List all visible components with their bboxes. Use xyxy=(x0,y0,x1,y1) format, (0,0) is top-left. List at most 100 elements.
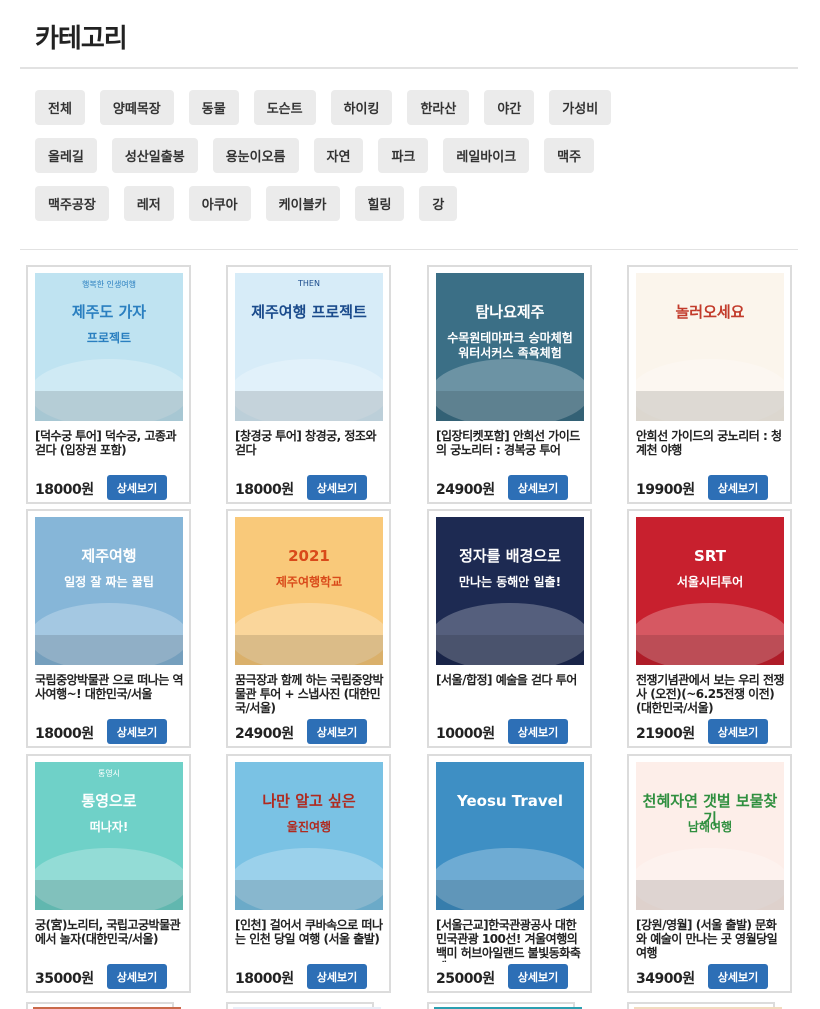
category-chip[interactable]: 케이블카 xyxy=(265,186,340,221)
category-chip[interactable]: 한라산 xyxy=(407,90,470,125)
product-title[interactable]: [서울/합정] 예술을 걷다 투어 xyxy=(436,673,586,717)
category-chip[interactable]: 아쿠아 xyxy=(188,186,251,221)
product-title[interactable]: 국립중앙박물관 으로 떠나는 역사여행~! 대한민국/서울 xyxy=(35,673,185,717)
category-chip[interactable]: 도슨트 xyxy=(253,90,316,125)
product-thumbnail[interactable]: 정자를 배경으로 만나는 동해안 일출! xyxy=(436,517,584,665)
category-chip[interactable]: 강 xyxy=(419,186,458,221)
category-chip[interactable]: 자연 xyxy=(313,138,364,173)
page-title: 카테고리 xyxy=(35,24,128,54)
thumbnail-subline: 제주여행학교 xyxy=(275,575,343,589)
thumbnail-subline: 울진여행 xyxy=(286,820,332,834)
category-chip[interactable]: 힐링 xyxy=(354,186,405,221)
product-card[interactable]: 놀러오세요안희선 가이드의 궁노리터 : 청계천 야행 19900원 상세보기 xyxy=(627,265,792,504)
detail-button[interactable]: 상세보기 xyxy=(508,964,568,989)
thumbnail-art xyxy=(436,762,584,910)
thumbnail-badge: THEN xyxy=(298,279,320,288)
product-thumbnail[interactable]: 탐나요제주 수목원테마파크 승마체험 워터서커스 족욕체험 xyxy=(436,273,584,421)
product-thumbnail[interactable]: 놀러오세요 xyxy=(636,273,784,421)
category-chip[interactable]: 용눈이오름 xyxy=(212,138,299,173)
detail-button[interactable]: 상세보기 xyxy=(307,719,367,744)
detail-button[interactable]: 상세보기 xyxy=(708,964,768,989)
product-price: 24900원 xyxy=(436,482,495,498)
product-thumbnail[interactable]: 2021 제주여행학교 xyxy=(235,517,383,665)
detail-button[interactable]: 상세보기 xyxy=(508,719,568,744)
thumbnail-subline: 수목원테마파크 승마체험 워터서커스 족욕체험 xyxy=(447,331,573,360)
product-card[interactable]: 정자를 배경으로 만나는 동해안 일출! [서울/합정] 예술을 걷다 투어 1000… xyxy=(427,509,592,748)
detail-button[interactable]: 상세보기 xyxy=(107,964,167,989)
category-chip[interactable]: 전체 xyxy=(35,90,85,125)
product-thumbnail[interactable]: 통영으로 떠나자! 통영시 xyxy=(35,762,183,910)
category-chip[interactable]: 레일바이크 xyxy=(443,138,530,173)
product-card[interactable]: 제주여행 프로젝트 THEN [창경궁 투어] 창경궁, 정조와 걷다 18000원 상… xyxy=(226,265,391,504)
product-price: 10000원 xyxy=(436,726,495,742)
detail-button[interactable]: 상세보기 xyxy=(307,964,367,989)
thumbnail-headline: 제주여행 xyxy=(81,547,137,565)
product-thumbnail[interactable]: 제주도 가자 프로젝트 행복한 인생여행 xyxy=(35,273,183,421)
product-price: 18000원 xyxy=(35,482,94,498)
thumbnail-subline: 떠나자! xyxy=(89,820,129,834)
product-card-partial[interactable] xyxy=(26,1002,181,1009)
product-price: 25000원 xyxy=(436,971,495,987)
section-divider xyxy=(20,249,798,250)
product-price: 18000원 xyxy=(235,482,294,498)
product-title[interactable]: 안희선 가이드의 궁노리터 : 청계천 야행 xyxy=(636,429,786,473)
thumbnail-headline: 통영으로 xyxy=(81,792,137,810)
product-title[interactable]: [덕수궁 투어] 덕수궁, 고종과 걷다 (입장권 포함) xyxy=(35,429,185,473)
product-thumbnail[interactable]: Yeosu Travel xyxy=(436,762,584,910)
product-card[interactable]: 제주도 가자 프로젝트 행복한 인생여행 [덕수궁 투어] 덕수궁, 고종과 걷다 (… xyxy=(26,265,191,504)
detail-button[interactable]: 상세보기 xyxy=(508,475,568,500)
product-title[interactable]: [창경궁 투어] 창경궁, 정조와 걷다 xyxy=(235,429,385,473)
product-card[interactable]: 나만 알고 싶은울진여행 [인천] 걸어서 쿠바속으로 떠나는 인천 당일 여행 … xyxy=(226,754,391,993)
product-thumbnail[interactable]: SRT 서울시티투어 xyxy=(636,517,784,665)
product-title[interactable]: [강원/영월] (서울 출발) 문화와 예술이 만나는 곳 영월당일여행 xyxy=(636,918,786,962)
product-thumbnail[interactable]: 제주여행 일정 잘 짜는 꿀팁 xyxy=(35,517,183,665)
thumbnail-badge: 행복한 인생여행 xyxy=(81,280,137,289)
thumbnail-headline: Yeosu Travel xyxy=(457,792,563,810)
product-card[interactable]: Yeosu Travel [서울근교]한국관광공사 대한민국관광 100선! 겨울… xyxy=(427,754,592,993)
product-card[interactable]: 천혜자연 갯벌 보물찾기 남해여행 [강원/영월] (서울 출발) 문화와 예술이 … xyxy=(627,754,792,993)
product-card-partial[interactable] xyxy=(226,1002,381,1009)
product-card-partial[interactable] xyxy=(627,1002,782,1009)
thumbnail-headline: SRT xyxy=(694,547,726,565)
product-card[interactable]: 탐나요제주 수목원테마파크 승마체험 워터서커스 족욕체험 [입장티켓포함] 안희선… xyxy=(427,265,592,504)
product-card[interactable]: 통영으로 떠나자! 통영시 궁(宮)노리터, 국립고궁박물관에서 놀자(대한민국/서울… xyxy=(26,754,191,993)
detail-button[interactable]: 상세보기 xyxy=(107,475,167,500)
category-chip[interactable]: 야간 xyxy=(484,90,535,125)
category-row: 올레길 성산일출봉 용눈이오름 자연 파크 레일바이크 맥주 xyxy=(35,138,735,173)
product-title[interactable]: [인천] 걸어서 쿠바속으로 떠나는 인천 당일 여행 (서울 출발) xyxy=(235,918,385,962)
product-card[interactable]: 제주여행 일정 잘 짜는 꿀팁국립중앙박물관 으로 떠나는 역사여행~! 대한민국… xyxy=(26,509,191,748)
product-card-partial[interactable] xyxy=(427,1002,582,1009)
category-chip[interactable]: 성산일출봉 xyxy=(111,138,198,173)
product-card[interactable]: 2021 제주여행학교꿈극장과 함께 하는 국립중앙박물관 투어 + 스냅사진 (… xyxy=(226,509,391,748)
detail-button[interactable]: 상세보기 xyxy=(307,475,367,500)
product-price: 19900원 xyxy=(636,482,695,498)
product-title[interactable]: [서울근교]한국관광공사 대한민국관광 100선! 겨울여행의 백미 허브아일랜… xyxy=(436,918,586,962)
product-thumbnail[interactable]: 천혜자연 갯벌 보물찾기 남해여행 xyxy=(636,762,784,910)
detail-button[interactable]: 상세보기 xyxy=(708,719,768,744)
product-title[interactable]: 궁(宮)노리터, 국립고궁박물관에서 놀자(대한민국/서울) xyxy=(35,918,185,962)
detail-button[interactable]: 상세보기 xyxy=(107,719,167,744)
category-chip[interactable]: 하이킹 xyxy=(330,90,393,125)
category-chip[interactable]: 올레길 xyxy=(35,138,97,173)
product-card[interactable]: SRT 서울시티투어전쟁기념관에서 보는 우리 전쟁사 (오전)(~6.25전쟁 … xyxy=(627,509,792,748)
thumbnail-headline: 제주여행 프로젝트 xyxy=(251,303,367,321)
category-chip[interactable]: 가성비 xyxy=(549,90,612,125)
product-title[interactable]: 꿈극장과 함께 하는 국립중앙박물관 투어 + 스냅사진 (대한민국/서울) xyxy=(235,673,385,717)
category-chip[interactable]: 동물 xyxy=(188,90,239,125)
category-chip[interactable]: 양떼목장 xyxy=(99,90,174,125)
category-chip[interactable]: 레저 xyxy=(123,186,174,221)
category-chip[interactable]: 맥주 xyxy=(544,138,595,173)
thumbnail-art xyxy=(235,517,383,665)
thumbnail-art xyxy=(235,273,383,421)
detail-button[interactable]: 상세보기 xyxy=(708,475,768,500)
thumbnail-art xyxy=(636,762,784,910)
product-title[interactable]: 전쟁기념관에서 보는 우리 전쟁사 (오전)(~6.25전쟁 이전) (대한민국… xyxy=(636,673,786,717)
product-thumbnail[interactable]: 나만 알고 싶은울진여행 xyxy=(235,762,383,910)
product-thumbnail[interactable]: 제주여행 프로젝트 THEN xyxy=(235,273,383,421)
thumbnail-art xyxy=(436,517,584,665)
product-price: 35000원 xyxy=(35,971,94,987)
thumbnail-headline: 나만 알고 싶은 xyxy=(262,792,356,810)
product-title[interactable]: [입장티켓포함] 안희선 가이드의 궁노리터 : 경복궁 투어 xyxy=(436,429,586,473)
category-chip[interactable]: 맥주공장 xyxy=(35,186,109,221)
category-chip[interactable]: 파크 xyxy=(378,138,429,173)
